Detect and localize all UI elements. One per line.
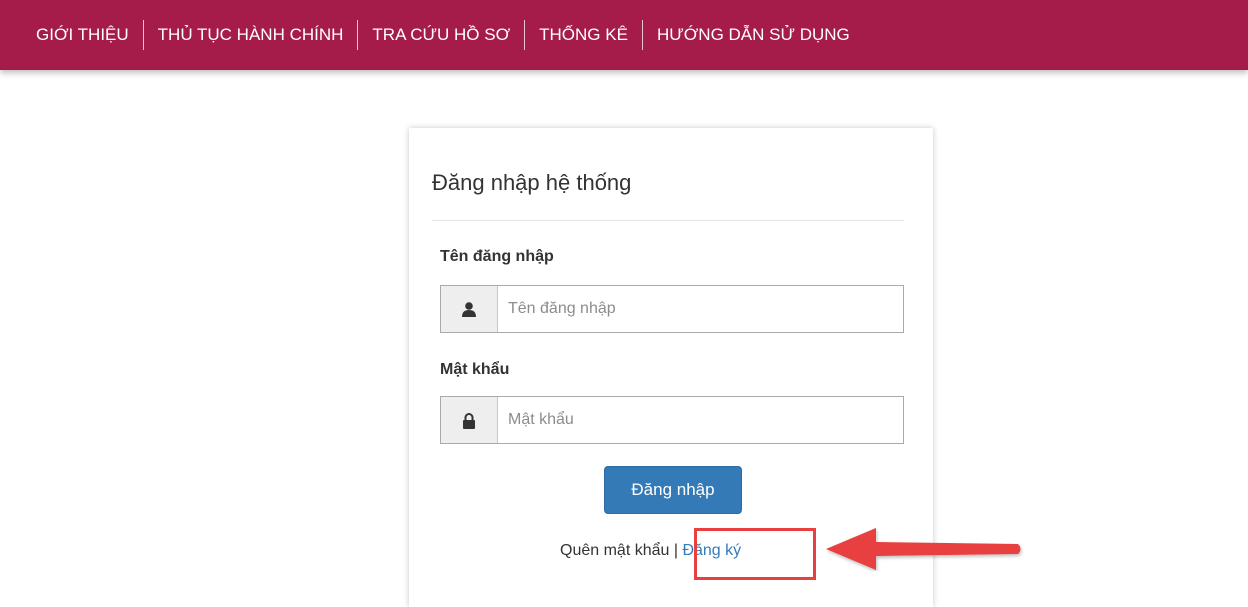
password-input[interactable] (498, 397, 903, 443)
user-icon (441, 286, 498, 332)
user-icon-glyph (462, 302, 476, 317)
login-title: Đăng nhập hệ thống (432, 170, 632, 195)
annotation-arrow-icon (826, 528, 1021, 570)
nav-item-huong-dan-su-dung[interactable]: HƯỚNG DẪN SỬ DỤNG (643, 20, 864, 50)
password-input-group (440, 396, 904, 444)
login-button[interactable]: Đăng nhập (604, 466, 742, 514)
username-input[interactable] (498, 286, 903, 332)
top-navbar: GIỚI THIỆU THỦ TỤC HÀNH CHÍNH TRA CỨU HỒ… (0, 0, 1248, 70)
nav-item-thu-tuc-hanh-chinh[interactable]: THỦ TỤC HÀNH CHÍNH (144, 20, 358, 50)
forgot-password-link[interactable]: Quên mật khẩu (560, 542, 669, 559)
username-input-group (440, 285, 904, 333)
password-label: Mật khẩu (440, 361, 510, 378)
username-label: Tên đăng nhập (440, 248, 554, 265)
lock-icon (441, 397, 498, 443)
link-separator: | (669, 542, 683, 559)
nav-item-gioi-thieu[interactable]: GIỚI THIỆU (22, 20, 143, 50)
annotation-highlight-box (694, 528, 816, 580)
title-divider (432, 220, 904, 221)
nav-menu: GIỚI THIỆU THỦ TỤC HÀNH CHÍNH TRA CỨU HỒ… (22, 20, 864, 50)
nav-item-thong-ke[interactable]: THỐNG KÊ (525, 20, 642, 50)
nav-item-tra-cuu-ho-so[interactable]: TRA CỨU HỒ SƠ (358, 20, 524, 50)
lock-icon-glyph (463, 412, 475, 429)
